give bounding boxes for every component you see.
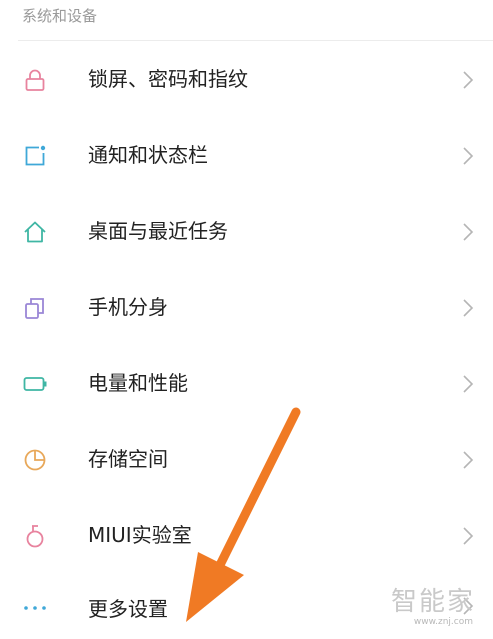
settings-item-battery[interactable]: 电量和性能 [0, 345, 493, 421]
chevron-right-icon [463, 147, 474, 165]
settings-item-miui-lab[interactable]: MIUI实验室 [0, 497, 493, 573]
more-dots-icon [24, 606, 46, 610]
settings-item-lock-screen[interactable]: 锁屏、密码和指纹 [0, 41, 493, 117]
notification-icon [25, 145, 46, 166]
chevron-right-icon [463, 375, 474, 393]
settings-item-label: 锁屏、密码和指纹 [88, 67, 248, 91]
section-header: 系统和设备 [22, 7, 98, 25]
battery-icon [23, 377, 47, 391]
settings-item-label: 存储空间 [88, 447, 168, 471]
settings-item-home-screen[interactable]: 桌面与最近任务 [0, 193, 493, 269]
settings-item-label: 桌面与最近任务 [88, 219, 228, 243]
settings-item-label: 更多设置 [88, 597, 168, 621]
settings-item-label: 电量和性能 [88, 371, 188, 395]
lab-flask-icon [26, 525, 44, 548]
chevron-right-icon [463, 299, 474, 317]
home-icon [24, 221, 46, 243]
settings-list: 锁屏、密码和指纹 通知和状态栏 桌面与最近任务 手机分身 电量和性能 存储空间 … [0, 41, 493, 633]
settings-item-storage[interactable]: 存储空间 [0, 421, 493, 497]
settings-item-label: 通知和状态栏 [88, 143, 208, 167]
chevron-right-icon [463, 451, 474, 469]
lock-icon [25, 69, 45, 91]
settings-item-dual-apps[interactable]: 手机分身 [0, 269, 493, 345]
settings-item-more-settings[interactable]: 更多设置 [0, 573, 493, 633]
chevron-right-icon [463, 527, 474, 545]
chevron-right-icon [463, 597, 474, 615]
settings-item-label: 手机分身 [88, 295, 168, 319]
settings-item-label: MIUI实验室 [88, 523, 192, 547]
chevron-right-icon [463, 223, 474, 241]
dual-apps-icon [25, 298, 44, 319]
settings-item-notifications[interactable]: 通知和状态栏 [0, 117, 493, 193]
chevron-right-icon [463, 71, 474, 89]
storage-icon [24, 449, 46, 471]
